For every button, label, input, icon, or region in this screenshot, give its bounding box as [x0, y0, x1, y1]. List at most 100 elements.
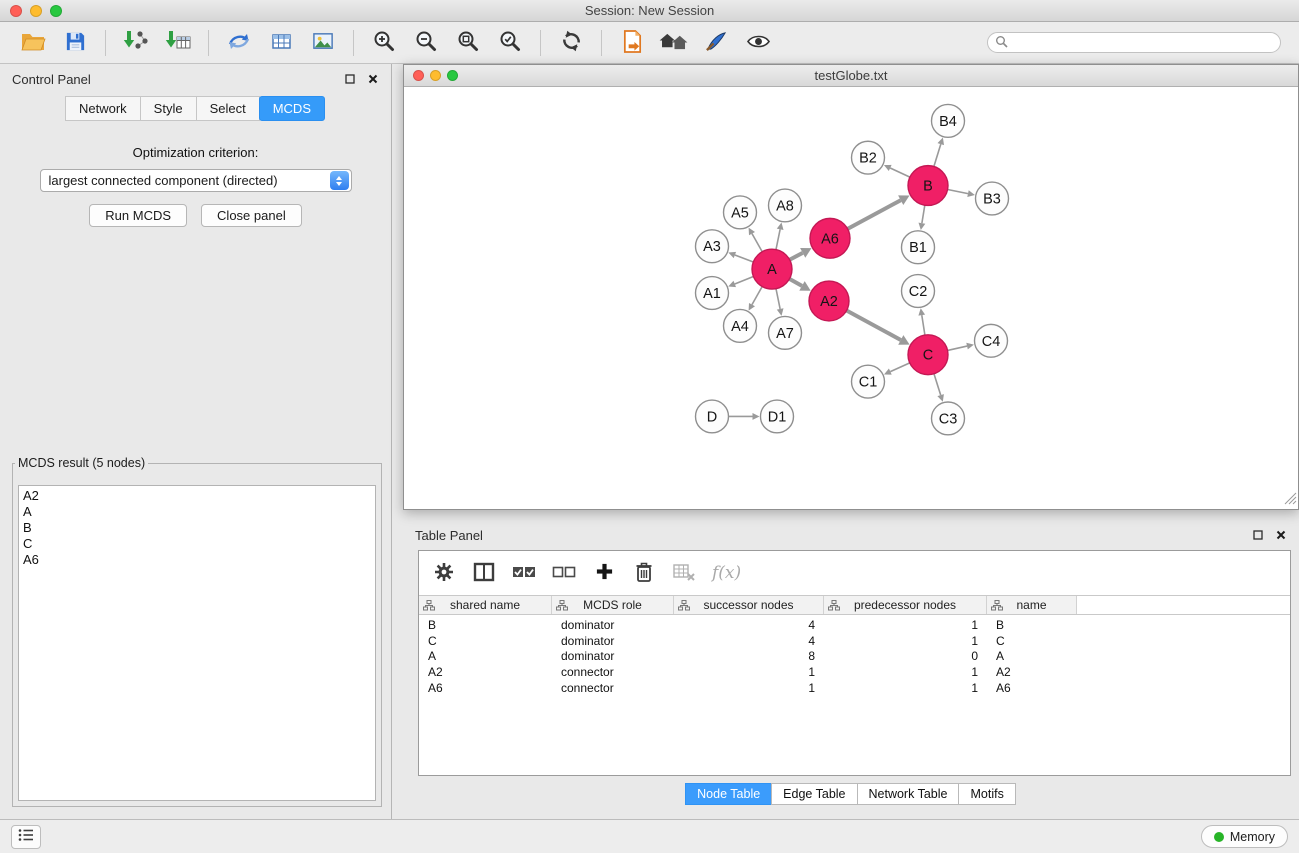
refresh-button[interactable]	[551, 26, 591, 60]
delete-column-button[interactable]	[632, 561, 656, 585]
network-edge-C-C4[interactable]	[948, 346, 968, 350]
tab-motifs[interactable]: Motifs	[958, 783, 1015, 805]
tab-network-table[interactable]: Network Table	[857, 783, 960, 805]
mcds-result-item[interactable]: C	[23, 536, 371, 552]
network-node-A6[interactable]: A6	[810, 218, 850, 258]
network-node-D[interactable]: D	[696, 400, 729, 433]
open-session-button[interactable]	[13, 26, 53, 60]
resize-grip-icon[interactable]	[1284, 492, 1297, 508]
table-row[interactable]: Adominator80A	[419, 648, 1290, 664]
network-node-A1[interactable]: A1	[696, 277, 729, 310]
import-table-button[interactable]	[158, 26, 198, 60]
tab-select[interactable]: Select	[196, 96, 260, 121]
network-node-A8[interactable]: A8	[769, 189, 802, 222]
open-network-file-button[interactable]	[612, 26, 652, 60]
table-row[interactable]: A2connector11A2	[419, 664, 1290, 680]
mcds-result-item[interactable]: A6	[23, 552, 371, 568]
network-edge-B-B2[interactable]	[890, 168, 910, 177]
network-node-B1[interactable]: B1	[902, 231, 935, 264]
network-edge-A-A3[interactable]	[735, 255, 753, 262]
zoom-selected-button[interactable]	[490, 26, 530, 60]
column-header-mcds-role[interactable]: MCDS role	[552, 596, 674, 614]
new-network-button[interactable]	[219, 26, 259, 60]
tab-style[interactable]: Style	[140, 96, 197, 121]
network-edge-B-B4[interactable]	[934, 144, 941, 166]
network-node-A7[interactable]: A7	[769, 316, 802, 349]
network-node-A2[interactable]: A2	[809, 281, 849, 321]
search-box[interactable]	[987, 32, 1281, 53]
network-edge-A-A6[interactable]	[790, 253, 803, 260]
column-header-successor-nodes[interactable]: successor nodes	[674, 596, 824, 614]
network-edge-C-C2[interactable]	[922, 315, 925, 335]
network-node-B[interactable]: B	[908, 166, 948, 206]
table-settings-button[interactable]	[432, 561, 456, 585]
criterion-dropdown[interactable]: largest connected component (directed)	[40, 169, 352, 192]
tab-node-table[interactable]: Node Table	[685, 783, 772, 805]
save-session-button[interactable]	[55, 26, 95, 60]
float-panel-icon[interactable]	[344, 73, 356, 85]
network-node-C4[interactable]: C4	[975, 324, 1008, 357]
zoom-window-button[interactable]	[50, 5, 62, 17]
network-zoom-button[interactable]	[447, 70, 458, 81]
network-edge-C-C3[interactable]	[934, 374, 941, 395]
run-mcds-button[interactable]: Run MCDS	[89, 204, 187, 227]
tab-mcds[interactable]: MCDS	[259, 96, 325, 121]
network-edge-A-A1[interactable]	[735, 277, 754, 284]
show-panels-button[interactable]	[11, 825, 41, 849]
table-float-panel-icon[interactable]	[1252, 529, 1264, 541]
search-input[interactable]	[1013, 36, 1273, 50]
add-column-button[interactable]	[592, 561, 616, 585]
network-edge-A-A4[interactable]	[752, 286, 762, 304]
delete-table-button[interactable]	[672, 561, 696, 585]
new-table-button[interactable]	[261, 26, 301, 60]
table-row[interactable]: Cdominator41C	[419, 633, 1290, 649]
network-minimize-button[interactable]	[430, 70, 441, 81]
network-edge-A-A5[interactable]	[752, 234, 762, 252]
network-node-A4[interactable]: A4	[724, 309, 757, 342]
style-button[interactable]	[696, 26, 736, 60]
close-panel-button[interactable]: Close panel	[201, 204, 302, 227]
network-node-B4[interactable]: B4	[932, 104, 965, 137]
zoom-fit-button[interactable]	[448, 26, 488, 60]
column-header-name[interactable]: name	[987, 596, 1077, 614]
network-edge-B-B3[interactable]	[948, 189, 968, 193]
tab-network[interactable]: Network	[65, 96, 141, 121]
network-node-B2[interactable]: B2	[852, 141, 885, 174]
network-edge-A2-C[interactable]	[847, 311, 901, 340]
function-builder-button[interactable]: f(x)	[712, 563, 741, 583]
show-hide-button[interactable]	[738, 26, 778, 60]
zoom-out-button[interactable]	[406, 26, 446, 60]
mcds-result-item[interactable]: B	[23, 520, 371, 536]
network-node-B3[interactable]: B3	[976, 182, 1009, 215]
select-all-button[interactable]	[512, 561, 536, 585]
close-window-button[interactable]	[10, 5, 22, 17]
mcds-result-list[interactable]: A2ABCA6	[18, 485, 376, 801]
node-table-body[interactable]: Bdominator41BCdominator41CAdominator80AA…	[419, 615, 1290, 775]
network-canvas[interactable]: B4B2BB3A8A5A6B1A3AC2A1A2A4A7C4CC1C3DD1	[404, 87, 1298, 509]
tab-edge-table[interactable]: Edge Table	[771, 783, 857, 805]
network-node-A[interactable]: A	[752, 249, 792, 289]
network-edge-A-A7[interactable]	[776, 289, 780, 309]
network-edge-A-A2[interactable]	[789, 279, 802, 286]
network-node-A5[interactable]: A5	[724, 196, 757, 229]
import-network-button[interactable]	[116, 26, 156, 60]
column-header-shared-name[interactable]: shared name	[419, 596, 552, 614]
network-close-button[interactable]	[413, 70, 424, 81]
network-node-D1[interactable]: D1	[761, 400, 794, 433]
home-button[interactable]	[654, 26, 694, 60]
zoom-in-button[interactable]	[364, 26, 404, 60]
close-panel-icon[interactable]	[367, 73, 379, 85]
network-node-C1[interactable]: C1	[852, 365, 885, 398]
deselect-all-button[interactable]	[552, 561, 576, 585]
network-edge-B-B1[interactable]	[922, 205, 925, 223]
network-node-C3[interactable]: C3	[932, 402, 965, 435]
network-node-C[interactable]: C	[908, 335, 948, 375]
network-window-titlebar[interactable]: testGlobe.txt	[404, 65, 1298, 87]
mcds-result-item[interactable]: A	[23, 504, 371, 520]
column-header-predecessor-nodes[interactable]: predecessor nodes	[824, 596, 987, 614]
mcds-result-item[interactable]: A2	[23, 488, 371, 504]
table-row[interactable]: Bdominator41B	[419, 617, 1290, 633]
minimize-window-button[interactable]	[30, 5, 42, 17]
network-node-A3[interactable]: A3	[696, 230, 729, 263]
export-image-button[interactable]	[303, 26, 343, 60]
